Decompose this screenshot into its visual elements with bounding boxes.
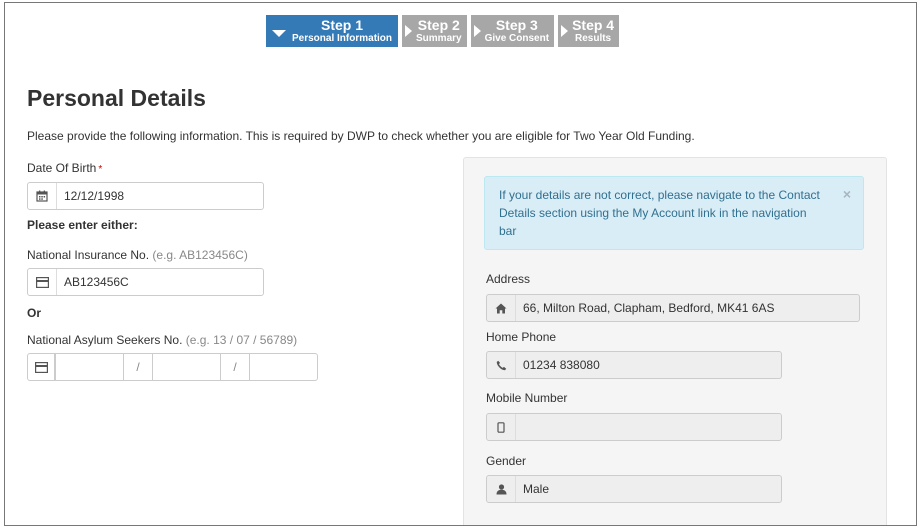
step-subtitle: Results — [575, 33, 612, 44]
mobile-icon — [487, 414, 516, 440]
calendar-icon — [28, 183, 57, 209]
user-icon — [487, 476, 516, 502]
mobile-field — [486, 413, 782, 441]
dob-input[interactable]: 12/12/1998 — [27, 182, 264, 210]
step-title: Step 4 — [572, 17, 615, 33]
nasn-separator: / — [124, 353, 152, 381]
caret-right-icon — [561, 25, 569, 37]
address-label: Address — [486, 272, 531, 286]
intro-text: Please provide the following information… — [27, 129, 695, 143]
nin-label-text: National Insurance No. — [27, 248, 150, 262]
nasn-label-text: National Asylum Seekers No. — [27, 333, 183, 347]
address-field: 66, Milton Road, Clapham, Bedford, MK41 … — [486, 294, 860, 322]
step-4[interactable]: Step 4 Results — [558, 15, 620, 47]
nin-value: AB123456C — [64, 275, 129, 289]
step-2-text: Step 2 Summary — [416, 18, 462, 44]
step-title: Step 2 — [417, 17, 460, 33]
contact-details-panel: If your details are not correct, please … — [463, 157, 887, 525]
home-phone-value: 01234 838080 — [523, 358, 600, 372]
home-icon — [487, 295, 516, 321]
nin-label: National Insurance No. (e.g. AB123456C) — [27, 248, 248, 262]
caret-down-icon — [272, 29, 286, 37]
nasn-hint: (e.g. 13 / 07 / 56789) — [185, 333, 298, 347]
dob-label-text: Date Of Birth — [27, 161, 97, 175]
info-alert: If your details are not correct, please … — [484, 176, 864, 250]
step-subtitle: Summary — [416, 33, 462, 44]
gender-field: Male — [486, 475, 782, 503]
step-1[interactable]: Step 1 Personal Information — [266, 15, 399, 47]
home-phone-label: Home Phone — [486, 330, 557, 344]
step-1-text: Step 1 Personal Information — [292, 18, 392, 44]
close-icon[interactable]: × — [843, 185, 851, 203]
step-3-text: Step 3 Give Consent — [485, 18, 549, 44]
phone-icon — [487, 352, 516, 378]
nasn-input-group: / / — [27, 353, 318, 381]
nin-input[interactable]: AB123456C — [27, 268, 264, 296]
or-label: Or — [27, 306, 42, 320]
caret-right-icon — [405, 25, 413, 37]
id-card-icon — [28, 269, 57, 295]
gender-value: Male — [523, 482, 550, 496]
step-2[interactable]: Step 2 Summary — [402, 15, 467, 47]
step-subtitle: Personal Information — [292, 33, 393, 44]
nasn-part-1-input[interactable] — [55, 353, 124, 381]
step-title: Step 1 — [321, 17, 364, 33]
either-label: Please enter either: — [27, 218, 138, 232]
dob-value: 12/12/1998 — [64, 189, 125, 203]
step-title: Step 3 — [495, 17, 538, 33]
nin-hint: (e.g. AB123456C) — [152, 248, 248, 262]
address-value: 66, Milton Road, Clapham, Bedford, MK41 … — [523, 301, 775, 315]
step-3[interactable]: Step 3 Give Consent — [470, 15, 555, 47]
caret-right-icon — [473, 25, 481, 37]
nasn-separator: / — [221, 353, 249, 381]
required-marker: * — [98, 164, 103, 175]
step-4-text: Step 4 Results — [572, 18, 614, 44]
step-subtitle: Give Consent — [484, 33, 550, 44]
nasn-part-3-input[interactable] — [249, 353, 318, 381]
mobile-label: Mobile Number — [486, 391, 568, 405]
alert-text: If your details are not correct, please … — [499, 188, 820, 238]
nasn-label: National Asylum Seekers No. (e.g. 13 / 0… — [27, 333, 297, 347]
dob-label: Date Of Birth * — [27, 161, 102, 175]
stepper: Step 1 Personal Information Step 2 Summa… — [266, 15, 620, 47]
home-phone-field: 01234 838080 — [486, 351, 782, 379]
page-title: Personal Details — [27, 85, 206, 111]
nasn-part-2-input[interactable] — [152, 353, 221, 381]
id-card-icon — [27, 353, 55, 381]
page-frame: Step 1 Personal Information Step 2 Summa… — [4, 2, 917, 526]
gender-label: Gender — [486, 454, 527, 468]
